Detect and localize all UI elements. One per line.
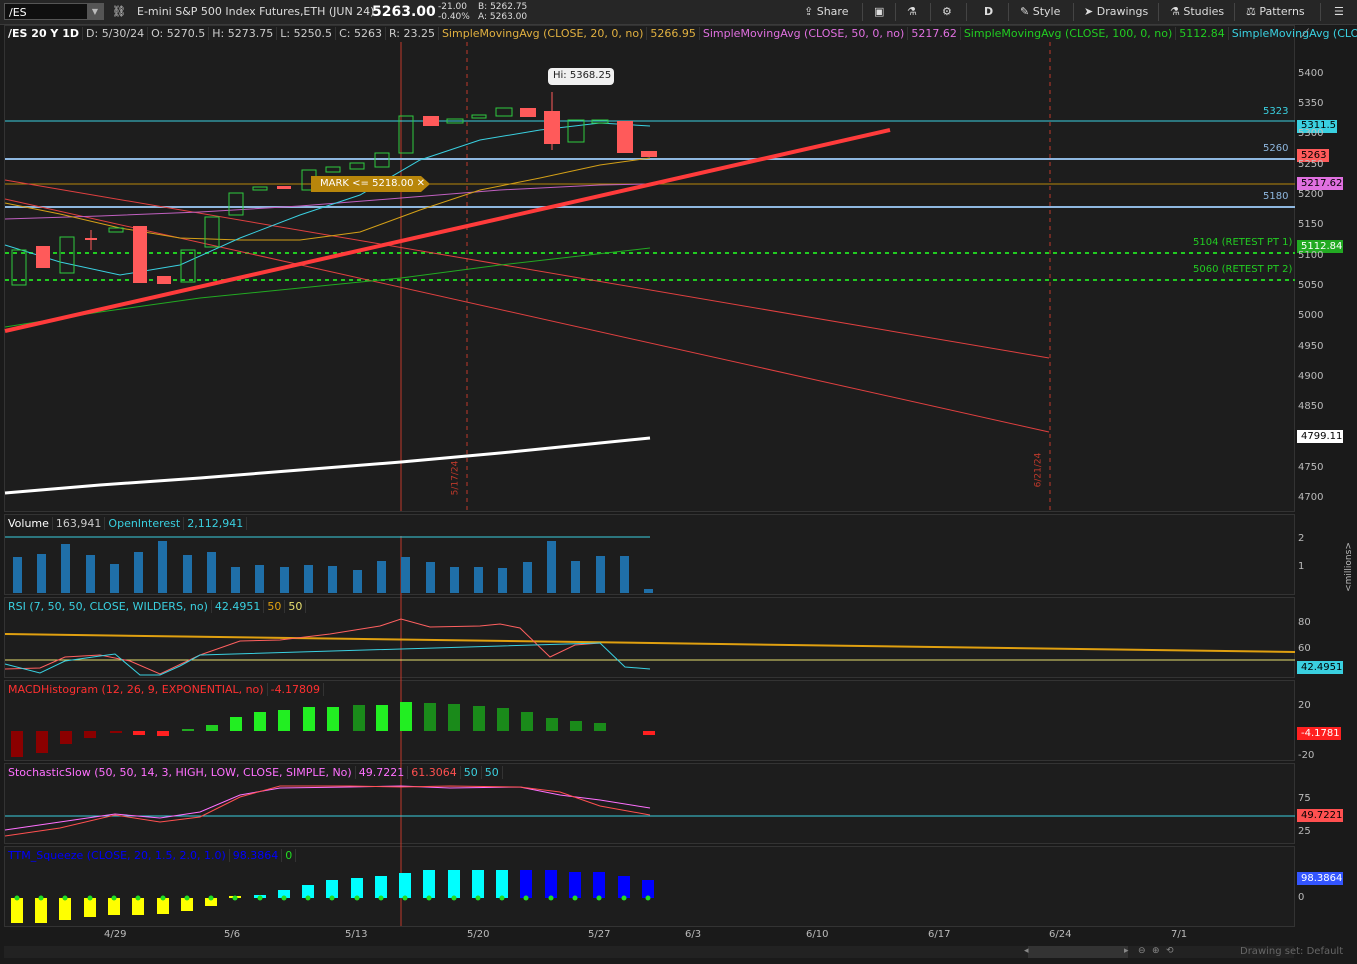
scroll-left-icon[interactable]: ◂ [1024,946,1029,956]
chart-symbol: /ES 20 Y 1D [5,27,84,40]
date-tick: 6/17 [928,929,951,940]
volume-label[interactable]: Volume [5,517,53,530]
bar-date: D: 5/30/24 [83,27,149,40]
sma-more-label[interactable]: SimpleMovingAvg (CLOSE,... [1229,27,1357,40]
volume-unit: <millions> [1343,542,1354,592]
bar-high: H: 5273.75 [209,27,278,40]
mark-label[interactable]: MARK <= 5218.00 ✕ [320,178,425,189]
vline-date-1: 5/17/24 [450,460,461,496]
rsi-value: 42.4951 [211,600,265,613]
scroll-right-icon[interactable]: ▸ [1124,946,1129,956]
price-tick: 5150 [1298,219,1324,230]
squeeze-alert: 0 [282,849,297,862]
volume-header: Volume 163,941 OpenInterest 2,112,941 [5,516,248,532]
mark-text: MARK <= 5218.00 [320,178,414,189]
retest-1-label: 5104 (RETEST PT 1) [1193,237,1293,248]
rsi-label[interactable]: RSI (7, 50, 50, CLOSE, WILDERS, no) [5,600,212,613]
level-5323-label: 5323 [1263,106,1289,117]
rsi-axis-tag: 42.4951 [1301,662,1343,673]
squeeze-label[interactable]: TTM_Squeeze (CLOSE, 20, 1.5, 2.0, 1.0) [5,849,230,862]
price-tick: 5200 [1298,189,1324,200]
squeeze-axis-tag: 98.3864 [1301,873,1343,884]
stoch-axis-tag: 49.7221 [1301,810,1343,821]
squeeze-header: TTM_Squeeze (CLOSE, 20, 1.5, 2.0, 1.0) 98… [5,848,297,864]
sma20-label[interactable]: SimpleMovingAvg (CLOSE, 20, 0, no) [438,27,648,40]
stoch-os: 50 [481,766,503,779]
macd-header: MACDHistogram (12, 26, 9, EXPONENTIAL, n… [5,682,325,698]
date-tick: 6/10 [806,929,829,940]
rsi-tick: 80 [1298,617,1311,628]
macd-axis-tag: -4.1781 [1301,728,1340,739]
sma50-label[interactable]: SimpleMovingAvg (CLOSE, 50, 0, no) [699,27,909,40]
sma50-value: 5217.62 [908,27,961,40]
chart-canvas[interactable] [0,0,1357,964]
oi-label[interactable]: OpenInterest [105,517,185,530]
high-bubble: Hi: 5368.25 [553,70,612,81]
squeeze-tick: 0 [1298,892,1305,903]
rsi-os: 50 [285,600,307,613]
macd-bars [11,702,655,757]
price-tick: 5350 [1298,98,1324,109]
macd-value: -4.17809 [267,683,325,696]
price-tick: 4900 [1298,371,1324,382]
price-tick: 5050 [1298,280,1324,291]
stoch-k: 49.7221 [355,766,409,779]
price-tick: 4950 [1298,341,1324,352]
last-price-axis-tag: 5263 [1301,150,1327,161]
volume-tick: 1 [1298,561,1305,572]
sma100-label[interactable]: SimpleMovingAvg (CLOSE, 100, 0, no) [960,27,1177,40]
macd-tick: -20 [1298,750,1315,761]
price-tick: 4850 [1298,401,1324,412]
level-5180-label: 5180 [1263,191,1289,202]
date-tick: 6/3 [685,929,702,940]
date-tick: 7/1 [1171,929,1188,940]
rsi-header: RSI (7, 50, 50, CLOSE, WILDERS, no) 42.49… [5,599,307,615]
stochastic-header: StochasticSlow (50, 50, 14, 3, HIGH, LOW… [5,765,503,781]
vline-date-2: 6/21/24 [1033,452,1044,488]
date-tick: 4/29 [104,929,127,940]
stoch-d: 61.3064 [408,766,461,779]
date-tick: 5/20 [467,929,490,940]
chart-style-icon[interactable]: ⟋ [1300,27,1309,42]
bar-close: C: 5263 [336,27,386,40]
close-icon[interactable]: ✕ [417,178,425,189]
macd-label[interactable]: MACDHistogram (12, 26, 9, EXPONENTIAL, n… [5,683,268,696]
bar-open: O: 5270.5 [148,27,210,40]
macd-tick: 20 [1298,700,1311,711]
bar-low: L: 5250.5 [277,27,337,40]
price-tick: 4700 [1298,492,1324,503]
rsi-ob: 50 [264,600,286,613]
date-tick: 5/13 [345,929,368,940]
date-tick: 5/27 [588,929,611,940]
sma20-axis-tag: 5311.5 [1301,120,1336,131]
stoch-ob: 50 [460,766,482,779]
volume-tick: 2 [1298,533,1305,544]
date-tick: 5/6 [224,929,241,940]
sma20-value: 5266.95 [647,27,700,40]
stoch-label[interactable]: StochasticSlow (50, 50, 14, 3, HIGH, LOW… [5,766,356,779]
rsi-tick: 60 [1298,643,1311,654]
zoom-out-icon[interactable]: ⊖ [1138,946,1146,956]
date-tick: 6/24 [1049,929,1072,940]
volume-bars [13,541,653,593]
volume-value: 163,941 [52,517,106,530]
sma50-axis-tag: 5217.62 [1301,178,1343,189]
level-5260-label: 5260 [1263,143,1289,154]
ma200-axis-tag: 4799.11 [1301,431,1343,442]
retest-2-label: 5060 (RETEST PT 2) [1193,264,1293,275]
stoch-tick: 25 [1298,826,1311,837]
stoch-tick: 75 [1298,793,1311,804]
sma100-value: 5112.84 [1176,27,1229,40]
price-study-header: /ES 20 Y 1D D: 5/30/24 O: 5270.5 H: 5273.75… [5,26,1357,42]
price-tick: 4750 [1298,462,1324,473]
zoom-in-icon[interactable]: ⊕ [1152,946,1160,956]
price-tick: 5400 [1298,68,1324,79]
oi-value: 2,112,941 [184,517,248,530]
squeeze-value: 98.3864 [229,849,283,862]
bar-range: R: 23.25 [385,27,439,40]
drawing-set-label[interactable]: Drawing set: Default [1240,946,1343,957]
price-tick: 5000 [1298,310,1324,321]
reset-icon[interactable]: ⟲ [1166,946,1174,956]
sma100-axis-tag: 5112.84 [1301,241,1343,252]
